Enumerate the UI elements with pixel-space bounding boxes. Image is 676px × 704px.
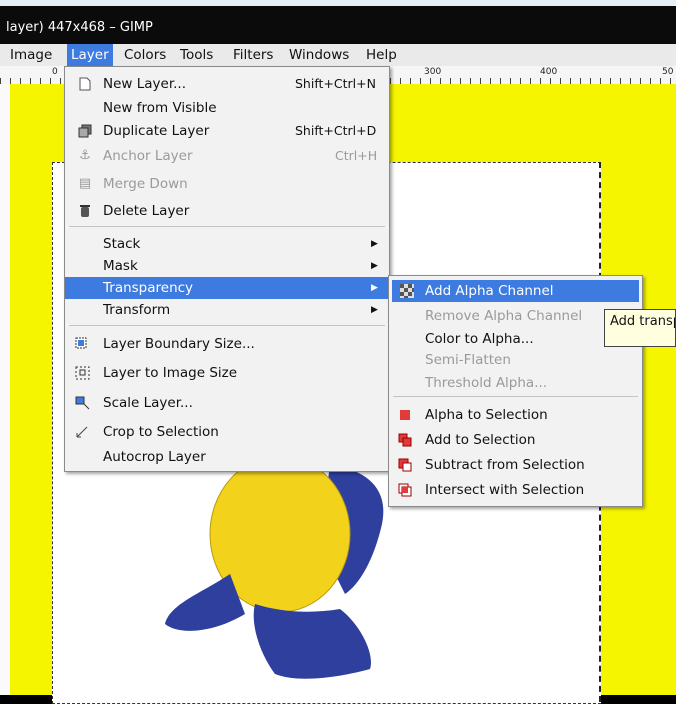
menu-item-layer-to-image-size[interactable]: Layer to Image Size (65, 362, 389, 384)
shortcut-label: Shift+Ctrl+D (295, 123, 377, 138)
menu-item-label: Stack (103, 236, 141, 252)
menu-item-new-layer[interactable]: New Layer... Shift+Ctrl+N (65, 73, 389, 95)
menu-item-label: Delete Layer (103, 203, 190, 219)
menu-colors[interactable]: Colors (120, 47, 170, 63)
layer-to-image-icon (75, 365, 91, 381)
menu-item-crop-to-selection[interactable]: Crop to Selection (65, 421, 389, 443)
menu-separator (393, 396, 638, 397)
anchor-icon: ⚓ (79, 148, 91, 163)
menu-item-label: New Layer... (103, 76, 187, 92)
menu-item-new-from-visible[interactable]: New from Visible (65, 97, 389, 119)
menu-item-label: Subtract from Selection (425, 457, 585, 473)
menu-separator (69, 226, 385, 227)
menu-item-transparency[interactable]: Transparency ▶ (65, 277, 389, 299)
merge-down-icon: ▤ (78, 176, 92, 191)
submenu-arrow-icon: ▶ (371, 283, 378, 293)
delete-icon (77, 203, 93, 219)
ruler-label: 400 (540, 67, 558, 77)
tooltip-text: Add transp (610, 314, 676, 329)
menu-item-label: Remove Alpha Channel (425, 308, 583, 324)
menu-layer[interactable]: Layer (67, 44, 113, 66)
menu-item-label: Merge Down (103, 176, 188, 192)
menu-item-label: Alpha to Selection (425, 407, 548, 423)
ruler-label: 0 (52, 67, 58, 77)
layer-boundary-icon (75, 336, 91, 352)
menu-item-anchor-layer[interactable]: ⚓ Anchor Layer Ctrl+H (65, 145, 389, 167)
crop-icon (75, 424, 91, 440)
menu-item-label: Color to Alpha... (425, 331, 534, 347)
new-layer-icon (77, 76, 93, 92)
shortcut-label: Shift+Ctrl+N (295, 76, 376, 91)
checkerboard-icon (399, 283, 415, 299)
menu-item-semi-flatten[interactable]: Semi-Flatten (389, 349, 642, 371)
menu-windows[interactable]: Windows (285, 47, 353, 63)
shortcut-label: Ctrl+H (335, 148, 378, 163)
title-bar: layer) 447x468 – GIMP (0, 0, 676, 44)
ruler-label: 50 (662, 67, 674, 77)
menu-help[interactable]: Help (362, 47, 401, 63)
ruler-label: 300 (424, 67, 442, 77)
menu-item-label: Add Alpha Channel (425, 283, 554, 299)
menu-item-label: Autocrop Layer (103, 449, 206, 465)
menu-item-duplicate-layer[interactable]: Duplicate Layer Shift+Ctrl+D (65, 120, 389, 142)
menu-item-label: Duplicate Layer (103, 123, 210, 139)
subtract-from-selection-icon (397, 457, 413, 473)
menu-item-label: New from Visible (103, 100, 217, 116)
menu-item-intersect-with-selection[interactable]: Intersect with Selection (389, 479, 642, 501)
title-bar-strip (0, 0, 676, 6)
menu-item-label: Add to Selection (425, 432, 536, 448)
menu-item-label: Crop to Selection (103, 424, 219, 440)
menu-item-layer-boundary-size[interactable]: Layer Boundary Size... (65, 333, 389, 355)
duplicate-icon (77, 123, 93, 139)
submenu-arrow-icon: ▶ (371, 305, 378, 315)
duck-photo (165, 464, 384, 679)
menu-item-label: Semi-Flatten (425, 352, 511, 368)
menu-item-merge-down[interactable]: ▤ Merge Down (65, 173, 389, 195)
menu-item-autocrop-layer[interactable]: Autocrop Layer (65, 446, 389, 468)
menu-item-add-to-selection[interactable]: Add to Selection (389, 429, 642, 451)
menu-item-label: Scale Layer... (103, 395, 193, 411)
menu-item-label: Anchor Layer (103, 148, 193, 164)
menu-item-label: Layer to Image Size (103, 365, 238, 381)
menu-item-scale-layer[interactable]: Scale Layer... (65, 392, 389, 414)
menu-filters[interactable]: Filters (229, 47, 277, 63)
menu-item-label: Threshold Alpha... (425, 375, 548, 391)
menu-item-label: Transform (103, 302, 171, 318)
menu-bar: Image Layer Colors Tools Filters Windows… (0, 44, 676, 67)
menu-item-add-alpha-channel[interactable]: Add Alpha Channel (392, 280, 639, 302)
intersect-with-selection-icon (397, 482, 413, 498)
submenu-arrow-icon: ▶ (371, 261, 378, 271)
submenu-arrow-icon: ▶ (371, 239, 378, 249)
alpha-to-selection-icon (397, 407, 413, 423)
window-title: layer) 447x468 – GIMP (6, 20, 153, 35)
menu-item-mask[interactable]: Mask ▶ (65, 255, 389, 277)
scale-layer-icon (75, 395, 91, 411)
add-to-selection-icon (397, 432, 413, 448)
menu-item-label: Transparency (103, 280, 194, 296)
menu-item-label: Intersect with Selection (425, 482, 585, 498)
menu-item-label: Layer Boundary Size... (103, 336, 255, 352)
menu-item-transform[interactable]: Transform ▶ (65, 299, 389, 321)
menu-item-stack[interactable]: Stack ▶ (65, 233, 389, 255)
menu-item-delete-layer[interactable]: Delete Layer (65, 200, 389, 222)
menu-item-label: Mask (103, 258, 138, 274)
layer-menu: New Layer... Shift+Ctrl+N New from Visib… (64, 66, 390, 472)
menu-item-threshold-alpha[interactable]: Threshold Alpha... (389, 372, 642, 394)
menu-separator (69, 325, 385, 326)
menu-tools[interactable]: Tools (176, 47, 217, 63)
menu-image[interactable]: Image (6, 47, 56, 63)
tooltip: Add transp (604, 309, 676, 347)
menu-item-alpha-to-selection[interactable]: Alpha to Selection (389, 404, 642, 426)
menu-item-subtract-from-selection[interactable]: Subtract from Selection (389, 454, 642, 476)
